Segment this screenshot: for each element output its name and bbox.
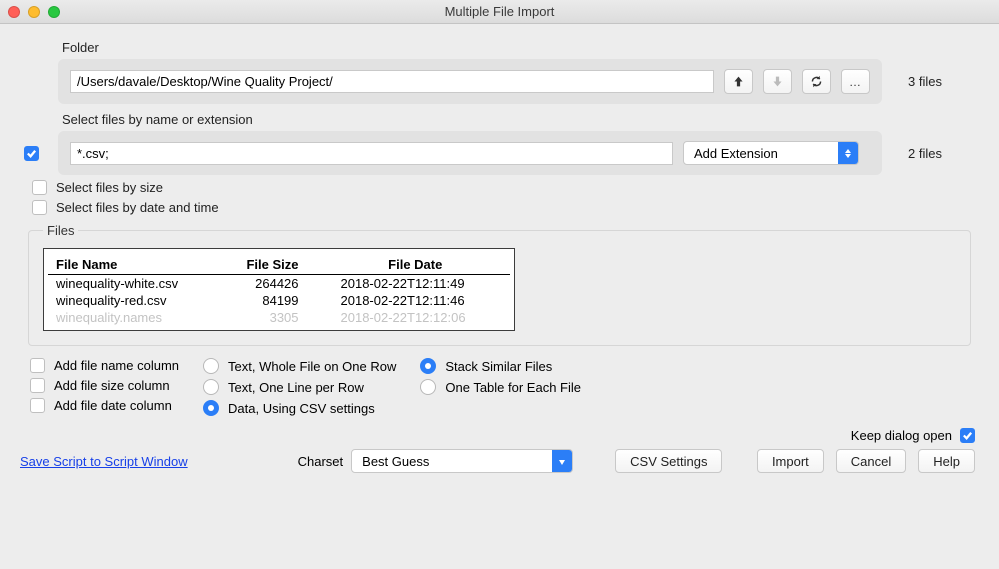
folder-up-button[interactable] [724, 69, 753, 94]
filter-pattern-input[interactable] [70, 142, 673, 165]
folder-browse-button[interactable]: … [841, 69, 870, 94]
add-filesize-col-label: Add file size column [54, 378, 170, 393]
select-by-date-label: Select files by date and time [56, 200, 219, 215]
files-legend: Files [43, 223, 78, 238]
select-by-size-label: Select files by size [56, 180, 163, 195]
checkmark-icon [962, 430, 973, 441]
table-row[interactable]: winequality-red.csv 84199 2018-02-22T12:… [48, 292, 510, 309]
charset-label: Charset [298, 454, 344, 469]
add-filedate-col-label: Add file date column [54, 398, 172, 413]
add-filesize-col-checkbox[interactable] [30, 378, 45, 393]
mode-one-table-radio[interactable] [420, 379, 436, 395]
csv-settings-button[interactable]: CSV Settings [615, 449, 722, 473]
refresh-icon [810, 75, 823, 88]
add-extension-dropdown[interactable]: Add Extension [683, 141, 859, 165]
folder-panel: … [58, 59, 882, 104]
add-filename-col-checkbox[interactable] [30, 358, 45, 373]
checkmark-icon [26, 148, 37, 159]
dropdown-stepper-icon [838, 142, 858, 164]
folder-path-input[interactable] [70, 70, 714, 93]
import-button[interactable]: Import [757, 449, 824, 473]
mode-csv-radio[interactable] [203, 400, 219, 416]
filter-panel: Add Extension [58, 131, 882, 175]
mode-csv-label: Data, Using CSV settings [228, 401, 375, 416]
mode-text-one-line-radio[interactable] [203, 379, 219, 395]
filter-enable-checkbox[interactable] [24, 146, 39, 161]
down-arrow-icon [771, 75, 784, 88]
dropdown-arrow-icon [552, 450, 572, 472]
mode-text-whole-row-radio[interactable] [203, 358, 219, 374]
charset-value: Best Guess [352, 454, 552, 469]
cancel-button[interactable]: Cancel [836, 449, 906, 473]
charset-dropdown[interactable]: Best Guess [351, 449, 573, 473]
up-arrow-icon [732, 75, 745, 88]
folder-label: Folder [62, 40, 983, 55]
col-file-name: File Name [48, 255, 219, 275]
folder-refresh-button[interactable] [802, 69, 831, 94]
add-extension-label: Add Extension [684, 146, 838, 161]
mode-text-whole-row-label: Text, Whole File on One Row [228, 359, 396, 374]
col-file-size: File Size [219, 255, 321, 275]
help-button[interactable]: Help [918, 449, 975, 473]
mode-stack-label: Stack Similar Files [445, 359, 552, 374]
mode-text-one-line-label: Text, One Line per Row [228, 380, 364, 395]
window-title: Multiple File Import [0, 4, 999, 19]
filter-file-count: 2 files [908, 146, 942, 161]
window-titlebar: Multiple File Import [0, 0, 999, 24]
save-script-link[interactable]: Save Script to Script Window [20, 454, 188, 469]
table-row[interactable]: winequality.names 3305 2018-02-22T12:12:… [48, 309, 510, 326]
folder-down-button[interactable] [763, 69, 792, 94]
table-row[interactable]: winequality-white.csv 264426 2018-02-22T… [48, 275, 510, 293]
filter-label: Select files by name or extension [62, 112, 983, 127]
files-group: Files File Name File Size File Date wine… [28, 223, 971, 346]
files-header-row: File Name File Size File Date [48, 255, 510, 275]
keep-dialog-open-label: Keep dialog open [851, 428, 952, 443]
folder-file-count: 3 files [908, 74, 942, 89]
keep-dialog-open-checkbox[interactable] [960, 428, 975, 443]
add-filedate-col-checkbox[interactable] [30, 398, 45, 413]
more-icon: … [849, 75, 862, 89]
select-by-size-checkbox[interactable] [32, 180, 47, 195]
mode-stack-radio[interactable] [420, 358, 436, 374]
select-by-date-checkbox[interactable] [32, 200, 47, 215]
files-table: File Name File Size File Date winequalit… [43, 248, 515, 331]
mode-one-table-label: One Table for Each File [445, 380, 581, 395]
col-file-date: File Date [321, 255, 510, 275]
add-filename-col-label: Add file name column [54, 358, 179, 373]
